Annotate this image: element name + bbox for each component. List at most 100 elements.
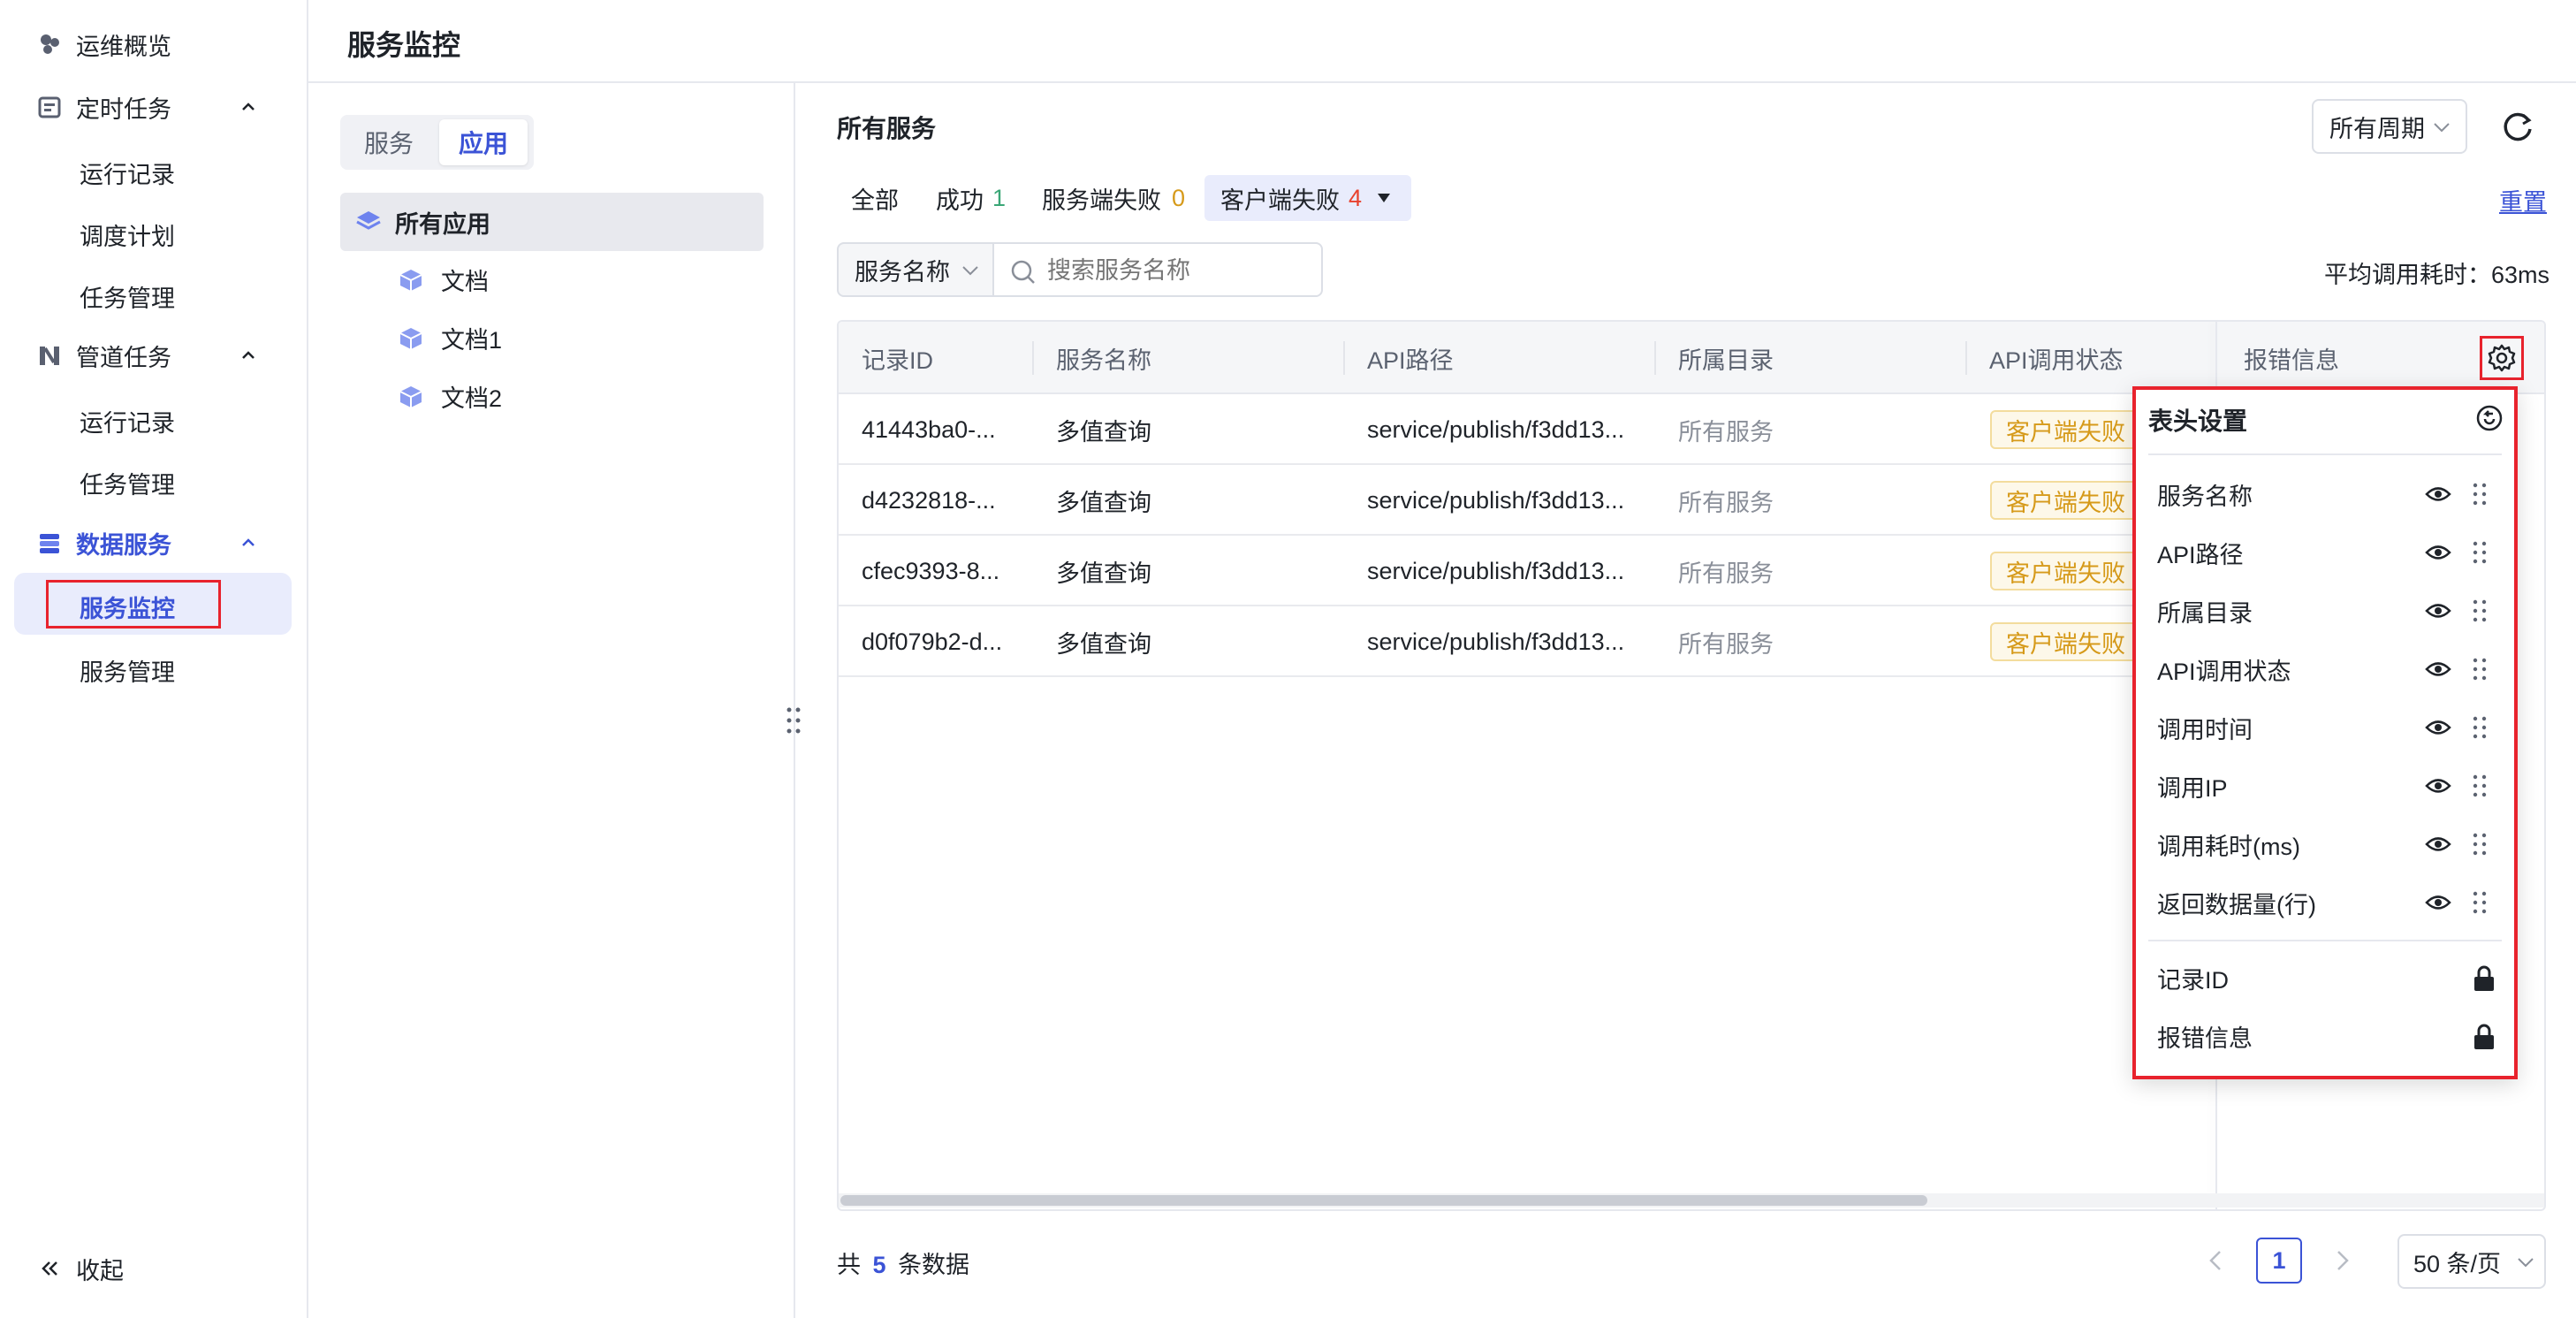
tree-item[interactable]: 文档 xyxy=(340,250,764,309)
eye-icon[interactable] xyxy=(2425,484,2451,504)
search-input[interactable] xyxy=(1047,253,1312,288)
table-row[interactable]: cfec9393-8... 多值查询 service/publish/f3dd1… xyxy=(839,536,2164,606)
cell-api-path: service/publish/f3dd13... xyxy=(1367,628,1625,655)
chevron-up-icon[interactable] xyxy=(239,97,258,117)
page-number-current[interactable]: 1 xyxy=(2256,1238,2302,1284)
nav-label: 数据服务 xyxy=(76,531,171,559)
tab-label: 客户端失败 xyxy=(1220,187,1340,214)
search-field-select[interactable]: 服务名称 xyxy=(837,242,994,297)
status-badge: 客户端失败 xyxy=(1990,622,2141,661)
status-badge: 客户端失败 xyxy=(1990,481,2141,520)
nav-data-service[interactable]: 数据服务 xyxy=(0,514,308,572)
tree-item[interactable]: 文档1 xyxy=(340,309,764,367)
nav-task-management[interactable]: 任务管理 xyxy=(0,264,308,323)
nav-service-management[interactable]: 服务管理 xyxy=(0,638,308,697)
segment-service[interactable]: 服务 xyxy=(346,119,432,165)
search-icon xyxy=(1011,260,1035,284)
refresh-icon[interactable] xyxy=(2501,110,2534,143)
chevron-up-icon[interactable] xyxy=(239,346,258,365)
eye-icon[interactable] xyxy=(2425,893,2451,912)
eye-icon[interactable] xyxy=(2425,601,2451,621)
column-setting-item[interactable]: API调用状态 xyxy=(2136,640,2514,698)
cell-api-path: service/publish/f3dd13... xyxy=(1367,557,1625,584)
next-page-icon[interactable] xyxy=(2331,1248,2352,1273)
eye-icon[interactable] xyxy=(2425,834,2451,854)
eye-icon[interactable] xyxy=(2425,718,2451,737)
drag-handle-icon[interactable] xyxy=(2472,481,2488,507)
tab-success[interactable]: 成功 1 xyxy=(936,175,1006,221)
column-setting-item[interactable]: 所属目录 xyxy=(2136,582,2514,640)
drag-handle-icon[interactable] xyxy=(2472,831,2488,857)
drag-handle-icon[interactable] xyxy=(2472,656,2488,682)
drag-handle-icon[interactable] xyxy=(2472,773,2488,799)
sidebar: 运维概览 定时任务 运行记录 调度计划 任务管理 管道任务 运行记录 任务管理 … xyxy=(0,0,308,1318)
nav-ops-overview[interactable]: 运维概览 xyxy=(0,15,308,73)
page-size-select[interactable]: 50 条/页 xyxy=(2397,1234,2546,1289)
nav-label: 管道任务 xyxy=(76,344,171,371)
segment-app[interactable]: 应用 xyxy=(439,119,528,165)
chevron-up-icon[interactable] xyxy=(239,533,258,552)
nav-schedule-plan[interactable]: 调度计划 xyxy=(0,202,308,261)
tab-server-failure[interactable]: 服务端失败 0 xyxy=(1042,175,1185,221)
horizontal-scrollbar[interactable] xyxy=(840,1195,1927,1206)
nav-label: 运维概览 xyxy=(76,33,171,60)
drag-handle-icon[interactable] xyxy=(2472,714,2488,741)
eye-icon[interactable] xyxy=(2425,776,2451,796)
resize-handle-icon[interactable] xyxy=(785,705,802,735)
nav-label: 调度计划 xyxy=(80,224,175,250)
tab-count: 4 xyxy=(1349,184,1363,211)
column-header-directory: 所属目录 xyxy=(1678,347,1774,374)
nav-task-management[interactable]: 任务管理 xyxy=(0,451,308,509)
tab-client-failure[interactable]: 客户端失败 4 xyxy=(1204,175,1411,221)
drag-handle-icon[interactable] xyxy=(2472,889,2488,916)
tab-all[interactable]: 全部 xyxy=(851,175,899,221)
drag-handle-icon[interactable] xyxy=(2472,539,2488,566)
chevron-down-icon xyxy=(2434,123,2450,133)
eye-icon[interactable] xyxy=(2425,659,2451,679)
column-setting-item[interactable]: API路径 xyxy=(2136,523,2514,582)
nav-scheduled-tasks[interactable]: 定时任务 xyxy=(0,78,308,136)
pipeline-icon xyxy=(40,347,59,365)
nav-run-records[interactable]: 运行记录 xyxy=(0,389,308,447)
reset-icon[interactable] xyxy=(2475,404,2504,432)
period-select-value: 所有周期 xyxy=(2329,115,2425,142)
collapse-button[interactable]: 收起 xyxy=(0,1239,308,1298)
nav-pipeline-tasks[interactable]: 管道任务 xyxy=(0,326,308,385)
column-setting-item[interactable]: 调用IP xyxy=(2136,757,2514,815)
tab-count: 0 xyxy=(1172,184,1186,211)
prev-page-icon[interactable] xyxy=(2206,1248,2227,1273)
cell-directory: 所有服务 xyxy=(1678,630,1774,658)
column-separator xyxy=(1032,341,1034,375)
column-setting-item[interactable]: 返回数据量(行) xyxy=(2136,873,2514,932)
column-setting-item[interactable]: 调用时间 xyxy=(2136,698,2514,757)
lock-icon xyxy=(2474,965,2494,991)
drag-handle-icon[interactable] xyxy=(2472,598,2488,624)
column-header-api-path: API路径 xyxy=(1367,347,1454,374)
panel-divider xyxy=(794,83,795,1318)
tree-item[interactable]: 文档2 xyxy=(340,367,764,425)
cube-icon xyxy=(399,270,422,291)
column-setting-label: 调用IP xyxy=(2157,774,2228,802)
caret-down-icon xyxy=(1378,194,1391,202)
dashboard-icon xyxy=(41,34,59,54)
column-header-api-status: API调用状态 xyxy=(1989,347,2124,374)
table-row[interactable]: d0f079b2-d... 多值查询 service/publish/f3dd1… xyxy=(839,606,2164,677)
status-badge: 客户端失败 xyxy=(1990,410,2141,449)
lock-icon xyxy=(2474,1024,2494,1049)
tab-label: 服务端失败 xyxy=(1042,187,1161,214)
popup-title: 表头设置 xyxy=(2148,408,2248,435)
column-setting-label: 调用耗时(ms) xyxy=(2157,833,2300,860)
nav-run-records[interactable]: 运行记录 xyxy=(0,141,308,199)
table-row[interactable]: 41443ba0-... 多值查询 service/publish/f3dd13… xyxy=(839,394,2164,465)
column-setting-item[interactable]: 调用耗时(ms) xyxy=(2136,815,2514,873)
eye-icon[interactable] xyxy=(2425,543,2451,562)
period-select[interactable]: 所有周期 xyxy=(2312,99,2467,154)
tree-label: 所有应用 xyxy=(395,210,490,238)
table-row[interactable]: d4232818-... 多值查询 service/publish/f3dd13… xyxy=(839,465,2164,536)
tree-root-all-apps[interactable]: 所有应用 xyxy=(340,193,764,251)
nav-label: 运行记录 xyxy=(80,162,175,188)
reset-link[interactable]: 重置 xyxy=(2499,183,2547,217)
chevron-down-icon xyxy=(2518,1258,2534,1268)
cell-service-name: 多值查询 xyxy=(1056,489,1151,516)
column-setting-item[interactable]: 服务名称 xyxy=(2136,465,2514,523)
